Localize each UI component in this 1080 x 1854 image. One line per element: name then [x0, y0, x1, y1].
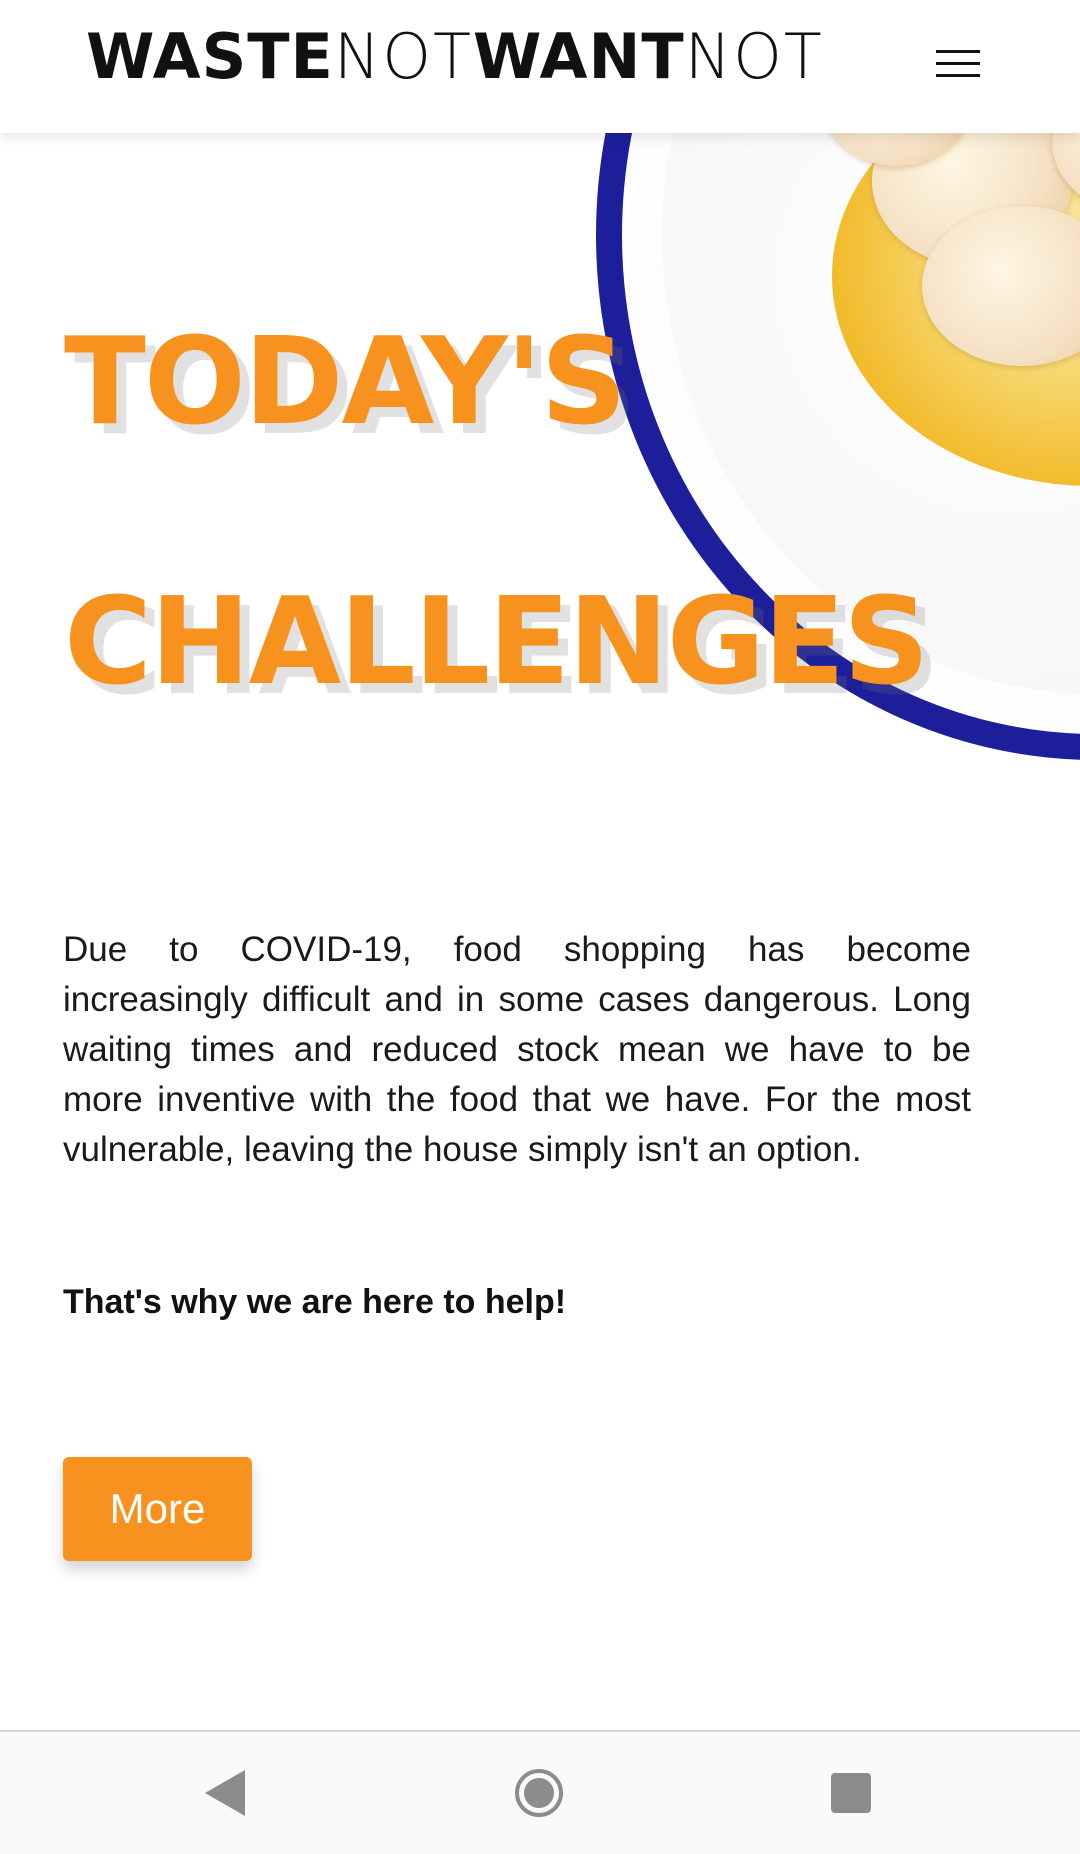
logo-waste: WASTE — [86, 20, 334, 93]
recent-apps-square-icon[interactable] — [831, 1773, 871, 1813]
hamburger-menu-icon[interactable] — [936, 46, 986, 80]
site-logo[interactable]: WASTENOTWANTNOT — [86, 24, 824, 90]
menu-bar — [936, 50, 980, 53]
system-nav-bar — [0, 1730, 1080, 1854]
intro-paragraph: Due to COVID-19, food shopping has becom… — [63, 930, 971, 1169]
menu-bar — [936, 74, 980, 77]
logo-not-2: NOT — [684, 20, 824, 93]
site-header: WASTENOTWANTNOT — [0, 0, 1080, 133]
logo-want: WANT — [472, 20, 685, 93]
back-triangle-icon[interactable] — [205, 1770, 245, 1816]
headline-line-2: CHALLENGES — [64, 573, 930, 712]
page: WASTENOTWANTNOT TODAY'S CHALLENGES Due t… — [0, 0, 1080, 1854]
headline-line-1: TODAY'S — [64, 313, 627, 452]
logo-not: NOT — [333, 20, 473, 93]
tagline: That's why we are here to help! — [63, 1283, 567, 1321]
more-button[interactable]: More — [63, 1457, 252, 1561]
menu-bar — [936, 62, 980, 65]
home-circle-icon[interactable] — [515, 1769, 563, 1817]
